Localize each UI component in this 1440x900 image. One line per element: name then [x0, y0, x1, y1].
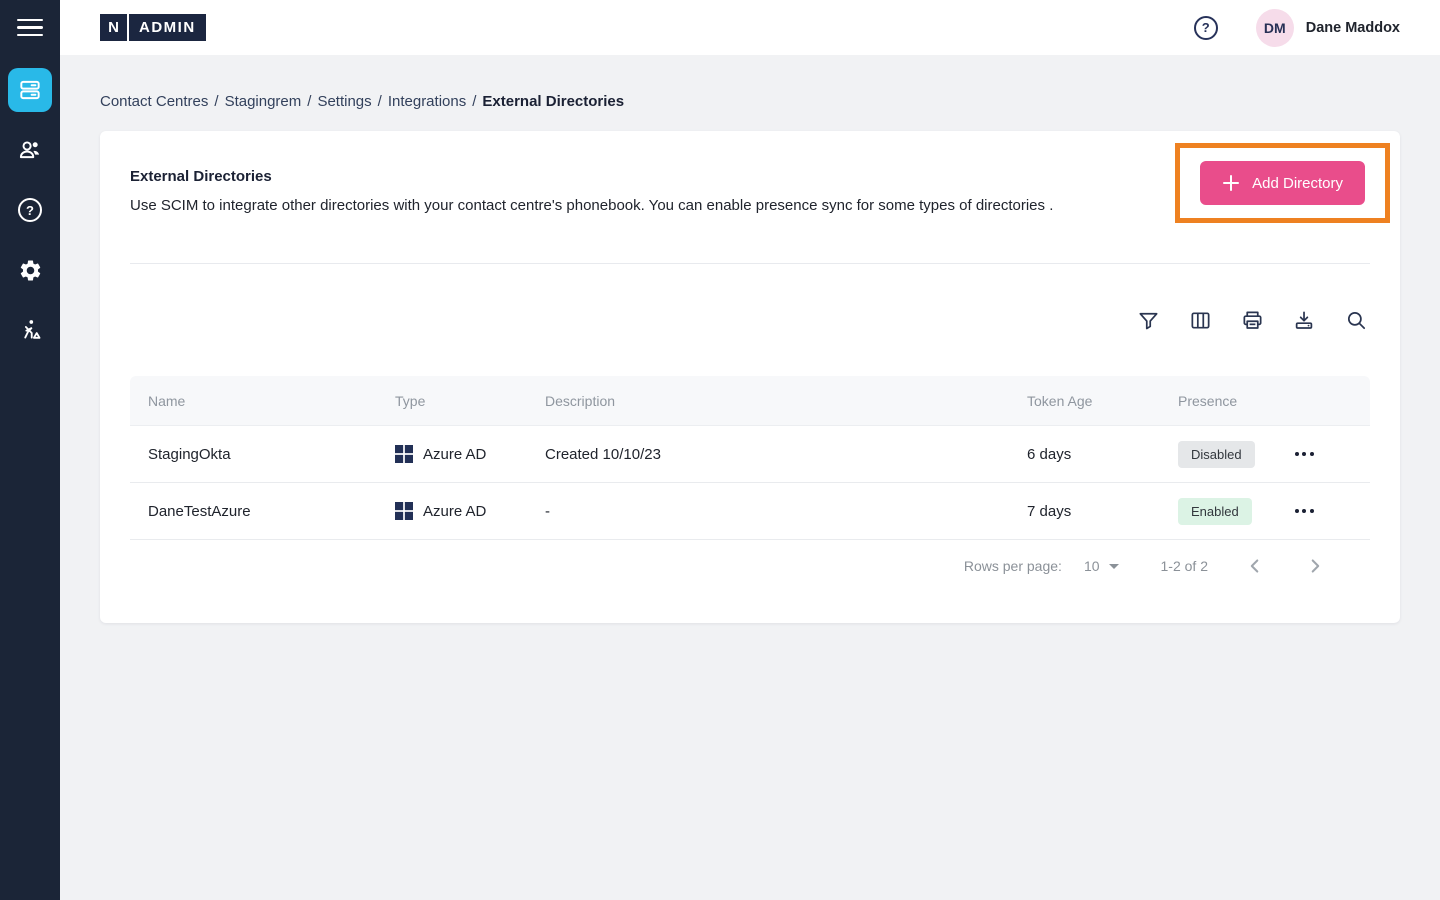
menu-icon-bars: [17, 19, 43, 37]
breadcrumb-integrations[interactable]: Integrations: [388, 93, 466, 110]
sidebar-nav: ?: [8, 68, 52, 352]
rows-per-page-label: Rows per page:: [964, 558, 1062, 574]
column-header-type[interactable]: Type: [377, 393, 527, 409]
cell-name: DaneTestAzure: [130, 503, 377, 520]
breadcrumb-separator: /: [307, 93, 311, 110]
chevron-left-icon: [1244, 555, 1266, 577]
settings-gear-icon: [18, 258, 43, 283]
download-icon[interactable]: [1292, 308, 1316, 332]
cell-actions: [1285, 498, 1370, 524]
pagination-range: 1-2 of 2: [1161, 558, 1208, 574]
sidebar-item-users[interactable]: [8, 128, 52, 172]
search-icon[interactable]: [1344, 308, 1368, 332]
rows-per-page-select[interactable]: 10: [1084, 558, 1119, 574]
users-icon: [17, 137, 43, 163]
cell-type: Azure AD: [377, 445, 527, 463]
rows-per-page-value: 10: [1084, 558, 1100, 574]
content: Contact Centres / Stagingrem / Settings / Inte…: [60, 55, 1440, 900]
construction-icon: [17, 317, 43, 343]
breadcrumb-separator: /: [378, 93, 382, 110]
external-directories-card: External Directories Use SCIM to integra…: [100, 131, 1400, 623]
breadcrumb-separator: /: [472, 93, 476, 110]
row-menu-icon[interactable]: [1291, 441, 1317, 467]
card-header-text: External Directories Use SCIM to integra…: [130, 131, 1053, 263]
breadcrumb-stagingrem[interactable]: Stagingrem: [225, 93, 302, 110]
add-directory-label: Add Directory: [1252, 175, 1343, 192]
sidebar-item-contact-centres[interactable]: [8, 68, 52, 112]
pagination: Rows per page: 10 1-2 of 2: [100, 540, 1400, 592]
cell-actions: [1285, 441, 1370, 467]
column-header-name[interactable]: Name: [130, 393, 377, 409]
cell-type: Azure AD: [377, 502, 527, 520]
status-badge: Disabled: [1178, 441, 1255, 468]
chevron-right-icon: [1304, 555, 1326, 577]
logo-n-block: N: [100, 14, 127, 41]
cell-name: StagingOkta: [130, 446, 377, 463]
sidebar: ?: [0, 0, 60, 900]
help-icon: ?: [18, 198, 42, 222]
cell-token-age: 6 days: [1009, 446, 1160, 463]
help-icon[interactable]: ?: [1194, 16, 1218, 40]
status-badge: Enabled: [1178, 498, 1252, 525]
azure-ad-icon: [395, 502, 413, 520]
chevron-down-icon: [1109, 564, 1119, 569]
next-page-button[interactable]: [1302, 553, 1328, 579]
avatar[interactable]: DM: [1256, 9, 1294, 47]
cell-description: -: [527, 503, 1009, 520]
filter-icon[interactable]: [1136, 308, 1160, 332]
cell-type-label: Azure AD: [423, 503, 486, 520]
annotation-highlight-box: Add Directory: [1175, 143, 1390, 223]
print-icon[interactable]: [1240, 308, 1264, 332]
logo-admin-block: ADMIN: [129, 14, 206, 41]
breadcrumb-current: External Directories: [482, 93, 624, 110]
previous-page-button[interactable]: [1242, 553, 1268, 579]
sidebar-item-help[interactable]: ?: [8, 188, 52, 232]
sidebar-item-tools[interactable]: [8, 308, 52, 352]
app-logo[interactable]: N ADMIN: [100, 14, 206, 41]
cell-type-label: Azure AD: [423, 446, 486, 463]
azure-ad-icon: [395, 445, 413, 463]
table-row[interactable]: DaneTestAzure Azure AD - 7 days Enabled: [130, 483, 1370, 540]
column-header-presence[interactable]: Presence: [1160, 393, 1285, 409]
main-area: N ADMIN ? DM Dane Maddox Contact Centres…: [60, 0, 1440, 900]
table-toolbar: [100, 264, 1400, 376]
table-header-row: Name Type Description Token Age Presence: [130, 376, 1370, 426]
page-description: Use SCIM to integrate other directories …: [130, 197, 1053, 214]
cell-token-age: 7 days: [1009, 503, 1160, 520]
row-menu-icon[interactable]: [1291, 498, 1317, 524]
breadcrumb-settings[interactable]: Settings: [317, 93, 371, 110]
cell-description: Created 10/10/23: [527, 446, 1009, 463]
breadcrumb-separator: /: [214, 93, 218, 110]
menu-icon[interactable]: [0, 0, 60, 55]
user-name[interactable]: Dane Maddox: [1306, 20, 1400, 36]
directories-table: Name Type Description Token Age Presence…: [130, 376, 1370, 540]
breadcrumb-contact-centres[interactable]: Contact Centres: [100, 93, 208, 110]
servers-icon: [17, 77, 43, 103]
cell-presence: Disabled: [1160, 441, 1285, 468]
breadcrumb: Contact Centres / Stagingrem / Settings / Inte…: [100, 93, 1400, 110]
add-directory-button[interactable]: Add Directory: [1200, 161, 1365, 205]
cell-presence: Enabled: [1160, 498, 1285, 525]
sidebar-item-settings[interactable]: [8, 248, 52, 292]
topbar: N ADMIN ? DM Dane Maddox: [60, 0, 1440, 55]
card-header: External Directories Use SCIM to integra…: [100, 131, 1400, 263]
page-title: External Directories: [130, 168, 1053, 185]
topbar-right: ? DM Dane Maddox: [1194, 9, 1400, 47]
table-row[interactable]: StagingOkta Azure AD Created 10/10/23 6 …: [130, 426, 1370, 483]
column-header-token-age[interactable]: Token Age: [1009, 393, 1160, 409]
column-header-description[interactable]: Description: [527, 393, 1009, 409]
plus-icon: [1222, 174, 1240, 192]
columns-icon[interactable]: [1188, 308, 1212, 332]
